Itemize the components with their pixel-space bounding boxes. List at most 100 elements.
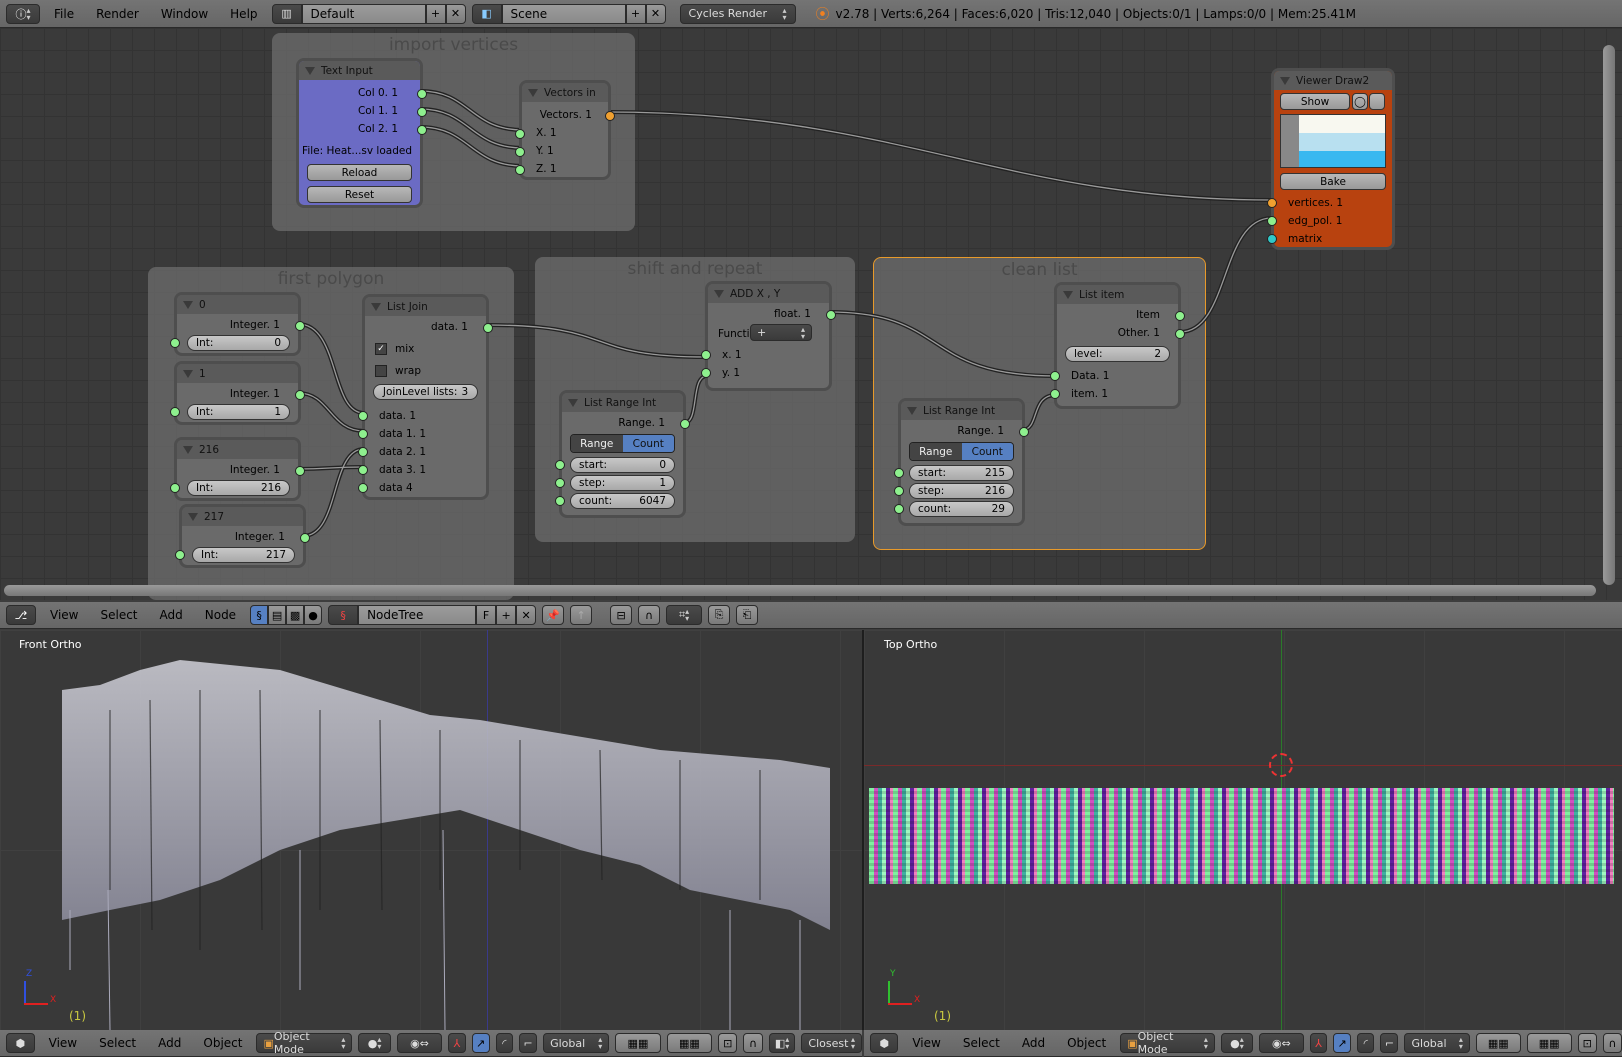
snap-target-select[interactable]: Closest ▴ ▾: [801, 1033, 862, 1053]
orientation-select[interactable]: Global ▴ ▾: [543, 1033, 610, 1053]
lock-layers-icon[interactable]: ⊡: [718, 1033, 738, 1053]
node-list-range-int-2[interactable]: List Range Int Range. 1 Range Count star…: [894, 398, 1029, 526]
collapse-icon[interactable]: [1280, 76, 1290, 85]
socket-int-in[interactable]: [175, 550, 185, 560]
socket-integer-out[interactable]: [295, 390, 305, 400]
collapse-icon[interactable]: [371, 302, 381, 311]
reload-button[interactable]: Reload: [307, 164, 412, 181]
node-header[interactable]: Viewer Draw2: [1274, 71, 1392, 90]
socket-step-in[interactable]: [894, 486, 904, 496]
node-int-217[interactable]: 217 Integer. 1 Int: 217: [175, 504, 310, 568]
wrap-checkbox[interactable]: wrap: [365, 363, 486, 379]
collapse-icon[interactable]: [188, 512, 198, 521]
step-field[interactable]: step: 1: [570, 475, 675, 491]
remove-screen-button[interactable]: ✕: [445, 3, 466, 24]
socket-data-in[interactable]: [358, 411, 368, 421]
socket-int-in[interactable]: [170, 338, 180, 348]
rotate-manipulator-icon[interactable]: ◜: [495, 1033, 514, 1053]
socket-range-out[interactable]: [1019, 427, 1029, 437]
render-engine-select[interactable]: Cycles Render ▴ ▾: [679, 3, 796, 24]
socket-vertices-in[interactable]: [1267, 198, 1277, 208]
menu-select[interactable]: Select: [955, 1036, 1008, 1050]
socket-count-in[interactable]: [555, 496, 565, 506]
int-field[interactable]: Int: 1: [187, 404, 290, 420]
editor-type-info-button[interactable]: ⓘ ▴ ▾: [6, 3, 40, 24]
extra-toggle[interactable]: [1369, 93, 1385, 110]
menu-view[interactable]: View: [904, 1036, 948, 1050]
node-vectors-in[interactable]: Vectors in Vectors. 1 X. 1 Y. 1 Z. 1: [515, 80, 615, 180]
socket-x-in[interactable]: [701, 350, 711, 360]
node-tree-browse-icon[interactable]: §: [328, 605, 359, 625]
bake-button[interactable]: Bake: [1280, 173, 1386, 190]
add-screen-button[interactable]: +: [425, 3, 446, 24]
node-header[interactable]: 0: [177, 295, 298, 314]
screen-layout-field[interactable]: Default: [301, 3, 426, 24]
layers-grid-2[interactable]: ▦▦: [666, 1033, 713, 1053]
collapse-icon[interactable]: [714, 289, 724, 298]
node-text-input[interactable]: Text Input Col 0. 1 Col 1. 1 Col 2. 1 Fi…: [296, 58, 427, 208]
socket-range-out[interactable]: [680, 419, 690, 429]
menu-file[interactable]: File: [46, 7, 82, 21]
count-field[interactable]: count: 6047: [570, 493, 675, 509]
node-list-item[interactable]: List item Item Other. 1 level: 2 Data. 1 …: [1050, 282, 1185, 409]
node-list-range-int-1[interactable]: List Range Int Range. 1 Range Count star…: [555, 390, 690, 518]
node-viewer-draw[interactable]: Viewer Draw2 Show ◯ Bake vertices. 1 edg…: [1267, 68, 1395, 250]
node-header[interactable]: List Range Int: [562, 393, 683, 412]
backdrop-icon[interactable]: ⊟: [610, 605, 633, 625]
socket-int-in[interactable]: [170, 483, 180, 493]
socket-count-in[interactable]: [894, 504, 904, 514]
menu-select[interactable]: Select: [92, 608, 145, 622]
3d-cursor-icon[interactable]: [1269, 753, 1293, 777]
collapse-icon[interactable]: [183, 445, 193, 454]
collapse-icon[interactable]: [183, 369, 193, 378]
layers-grid-1[interactable]: ▦▦: [615, 1033, 661, 1053]
scale-manipulator-icon[interactable]: ⌐: [519, 1033, 538, 1053]
int-field[interactable]: Int: 0: [187, 335, 290, 351]
tree-type-compositor-icon[interactable]: ▤: [268, 605, 287, 625]
socket-col0[interactable]: [417, 89, 427, 99]
show-toggle[interactable]: Show: [1280, 93, 1350, 110]
tree-type-texture-icon[interactable]: ▩: [286, 605, 305, 625]
layers-grid-2[interactable]: ▦▦: [1526, 1033, 1572, 1053]
add-scene-button[interactable]: +: [625, 3, 646, 24]
menu-help[interactable]: Help: [222, 7, 265, 21]
mode-select[interactable]: ▣ Object Mode ▴ ▾: [256, 1030, 353, 1056]
node-header[interactable]: List Range Int: [901, 401, 1022, 420]
mode-count-button[interactable]: Count: [622, 435, 674, 452]
socket-x-in[interactable]: [515, 129, 525, 139]
snap-icon[interactable]: ∩: [1602, 1033, 1622, 1053]
node-int-1[interactable]: 1 Integer. 1 Int: 1: [170, 361, 305, 425]
socket-matrix-in[interactable]: [1267, 234, 1277, 244]
vertical-scrollbar[interactable]: [1603, 45, 1615, 585]
edge-color-swatch[interactable]: [1299, 133, 1385, 151]
editor-type-3dview-button[interactable]: ⬢: [6, 1033, 35, 1053]
scale-manipulator-icon[interactable]: ⌐: [1380, 1033, 1399, 1053]
node-list-join[interactable]: List Join data. 1 ✓ mix wrap JoinLevel li…: [358, 294, 493, 500]
viewport-front-ortho[interactable]: Front Ortho Z X (1): [0, 630, 862, 1030]
rotate-manipulator-icon[interactable]: ◜: [1357, 1033, 1375, 1053]
tree-type-sverchok-icon[interactable]: §: [250, 605, 269, 625]
menu-view[interactable]: View: [42, 608, 86, 622]
socket-step-in[interactable]: [555, 478, 565, 488]
lamp-toggle[interactable]: ◯: [1352, 93, 1368, 110]
editor-type-node-button[interactable]: ⎇: [6, 605, 36, 625]
shading-select[interactable]: ● ▴ ▾: [358, 1033, 391, 1053]
collapse-icon[interactable]: [907, 406, 917, 415]
function-select[interactable]: + ▴ ▾: [750, 324, 812, 341]
menu-add[interactable]: Add: [152, 608, 191, 622]
parent-tree-icon[interactable]: ↑: [570, 605, 593, 625]
node-header[interactable]: 217: [182, 507, 303, 526]
paste-nodes-icon[interactable]: ⎗: [736, 605, 759, 625]
viewport-top-ortho[interactable]: Top Ortho Y X (1): [864, 630, 1622, 1030]
menu-view[interactable]: View: [41, 1036, 85, 1050]
socket-data1-in[interactable]: [358, 429, 368, 439]
socket-start-in[interactable]: [555, 460, 565, 470]
mix-checkbox[interactable]: ✓ mix: [365, 341, 486, 357]
socket-col1[interactable]: [417, 107, 427, 117]
start-field[interactable]: start: 215: [909, 465, 1014, 481]
screen-layout-icon[interactable]: ▥: [271, 3, 302, 24]
count-field[interactable]: count: 29: [909, 501, 1014, 517]
node-int-0[interactable]: 0 Integer. 1 Int: 0: [170, 292, 305, 356]
socket-data-in[interactable]: [1050, 371, 1060, 381]
join-level-field[interactable]: JoinLevel lists: 3: [373, 384, 478, 400]
